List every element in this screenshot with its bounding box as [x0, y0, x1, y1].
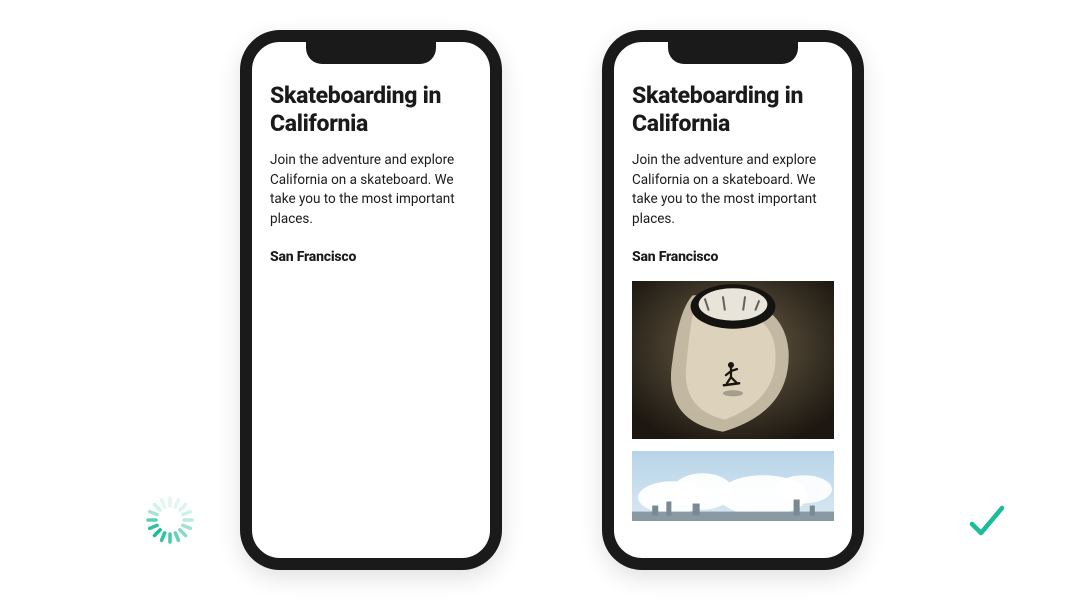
phone-mockup-loaded: Skateboarding in California Join the adv…: [602, 30, 864, 570]
location-label: San Francisco: [270, 249, 472, 265]
checkmark-icon: [966, 500, 1008, 542]
phone-frame: Skateboarding in California Join the adv…: [602, 30, 864, 570]
page-description: Join the adventure and explore Californi…: [632, 151, 834, 229]
phone-notch: [306, 40, 436, 64]
phone-screen-loading: Skateboarding in California Join the adv…: [252, 42, 490, 558]
phone-notch: [668, 40, 798, 64]
phone-mockup-loading: Skateboarding in California Join the adv…: [240, 30, 502, 570]
phone-screen-loaded: Skateboarding in California Join the adv…: [614, 42, 852, 558]
location-label: San Francisco: [632, 249, 834, 265]
page-description: Join the adventure and explore Californi…: [270, 151, 472, 229]
phone-frame: Skateboarding in California Join the adv…: [240, 30, 502, 570]
page-heading: Skateboarding in California: [270, 82, 472, 137]
photo-skateboarder-tunnel: [632, 281, 834, 439]
spinner-icon: [143, 493, 197, 547]
page-heading: Skateboarding in California: [632, 82, 834, 137]
photo-sky-preview: [632, 451, 834, 521]
